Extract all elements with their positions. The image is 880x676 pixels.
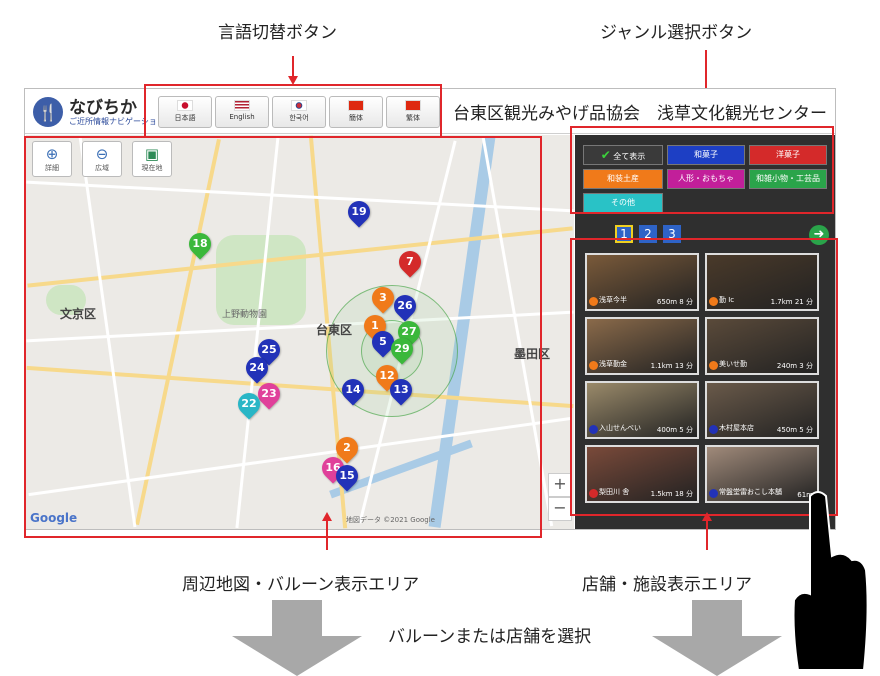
shop-area-annotation: 店舗・施設表示エリア (582, 575, 752, 595)
organization-title: 台東区観光みやげ品協会 浅草文化観光センター (453, 104, 827, 124)
annotation-arrow (326, 520, 328, 550)
shop-area-highlight (570, 238, 838, 516)
map-zoom-minus-button[interactable]: − (548, 497, 572, 521)
map-area-highlight (24, 136, 542, 538)
annotation-arrowhead (702, 512, 712, 521)
lang-switch-highlight (144, 84, 442, 138)
annotation-arrow (292, 56, 294, 76)
down-arrow-left-icon (232, 600, 362, 676)
genre-select-highlight (570, 126, 834, 214)
down-arrow-right-icon (652, 600, 782, 676)
annotation-arrowhead (322, 512, 332, 521)
annotation-arrow (706, 520, 708, 550)
logo-title: なびちか (69, 98, 137, 118)
map-zoom-plus-button[interactable]: + (548, 473, 572, 497)
select-hint-annotation: バルーンまたは店舗を選択 (388, 627, 592, 647)
lang-switch-annotation: 言語切替ボタン (218, 23, 337, 43)
map-area-annotation: 周辺地図・バルーン表示エリア (182, 575, 420, 595)
genre-select-annotation: ジャンル選択ボタン (600, 23, 753, 43)
pointing-hand-icon (792, 491, 869, 670)
restaurant-logo-icon: 🍴 (33, 97, 63, 127)
